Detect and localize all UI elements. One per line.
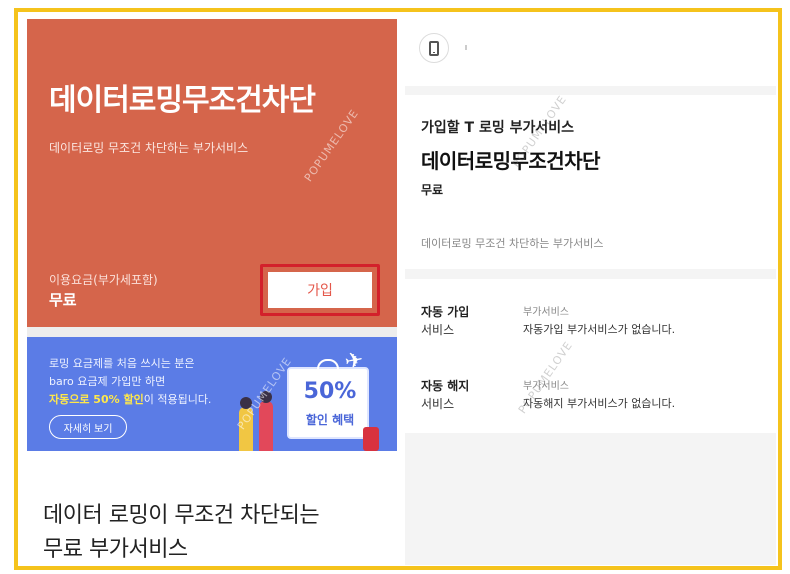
fee-label: 이용요금(부가세포함) [49,273,158,287]
auto-join-category: 부가서비스 [523,307,569,318]
hero-description: 데이터로밍 무조건 차단하는 부가서비스 [49,141,249,155]
divider [27,327,397,337]
join-button[interactable]: 가입 [268,272,372,308]
hero-title: 데이터로밍무조건차단 [49,83,316,118]
left-panel: 데이터로밍무조건차단 데이터로밍 무조건 차단하는 부가서비스 이용요금(부가세… [27,19,397,565]
badge-text: 할인 혜택 [305,413,355,427]
section-heading: 데이터 로밍이 무조건 차단되는 무료 부가서비스 [43,499,320,567]
fee-value: 무료 [49,291,77,309]
auto-cancel-row: 자동 해지 서비스 부가서비스 자동해지 부가서비스가 없습니다. [405,377,776,427]
banner-line-3-rest: 이 적용됩니다. [143,393,212,406]
service-hero: 데이터로밍무조건차단 데이터로밍 무조건 차단하는 부가서비스 이용요금(부가세… [27,19,397,327]
banner-highlight: 자동으로 50% 할인 [49,393,144,406]
auto-join-heading: 자동 가입 [421,305,470,319]
banner-line-3: 자동으로 50% 할인이 적용됩니다. [49,391,211,407]
right-top-bar [405,19,776,86]
promo-banner[interactable]: 로밍 요금제를 처음 쓰시는 분은 baro 요금제 가입만 하면 자동으로 5… [27,337,397,451]
gift-bow [317,359,339,371]
service-info-card: 가입할 T 로밍 부가서비스 데이터로밍무조건차단 무료 데이터로밍 무조건 차… [405,93,776,269]
top-bar-marker [465,45,467,50]
badge-percent: 50% [303,379,357,404]
right-panel: 가입할 T 로밍 부가서비스 데이터로밍무조건차단 무료 데이터로밍 무조건 차… [405,19,776,565]
service-info-description: 데이터로밍 무조건 차단하는 부가서비스 [421,237,604,250]
auto-join-subheading: 서비스 [421,323,455,337]
service-info-price: 무료 [421,183,444,197]
detail-button[interactable]: 자세히 보기 [49,415,127,439]
auto-services-card: 자동 가입 서비스 부가서비스 자동가입 부가서비스가 없습니다. 자동 해지 … [405,279,776,433]
suitcase-icon [363,427,379,451]
auto-join-message: 자동가입 부가서비스가 없습니다. [523,323,676,336]
phone-button[interactable] [419,33,449,63]
auto-join-row: 자동 가입 서비스 부가서비스 자동가입 부가서비스가 없습니다. [405,303,776,353]
section-heading-line-1: 데이터 로밍이 무조건 차단되는 [43,503,320,528]
auto-cancel-message: 자동해지 부가서비스가 없습니다. [523,397,676,410]
auto-cancel-heading: 자동 해지 [421,379,470,393]
phone-icon [429,40,439,56]
auto-cancel-subheading: 서비스 [421,397,455,411]
join-button-highlight: 가입 [260,264,380,316]
banner-line-1: 로밍 요금제를 처음 쓰시는 분은 [49,357,195,370]
gift-box-icon: 50% 할인 혜택 [287,359,369,439]
section-heading-line-2: 무료 부가서비스 [43,537,188,562]
banner-line-2: baro 요금제 가입만 하면 [49,375,166,388]
